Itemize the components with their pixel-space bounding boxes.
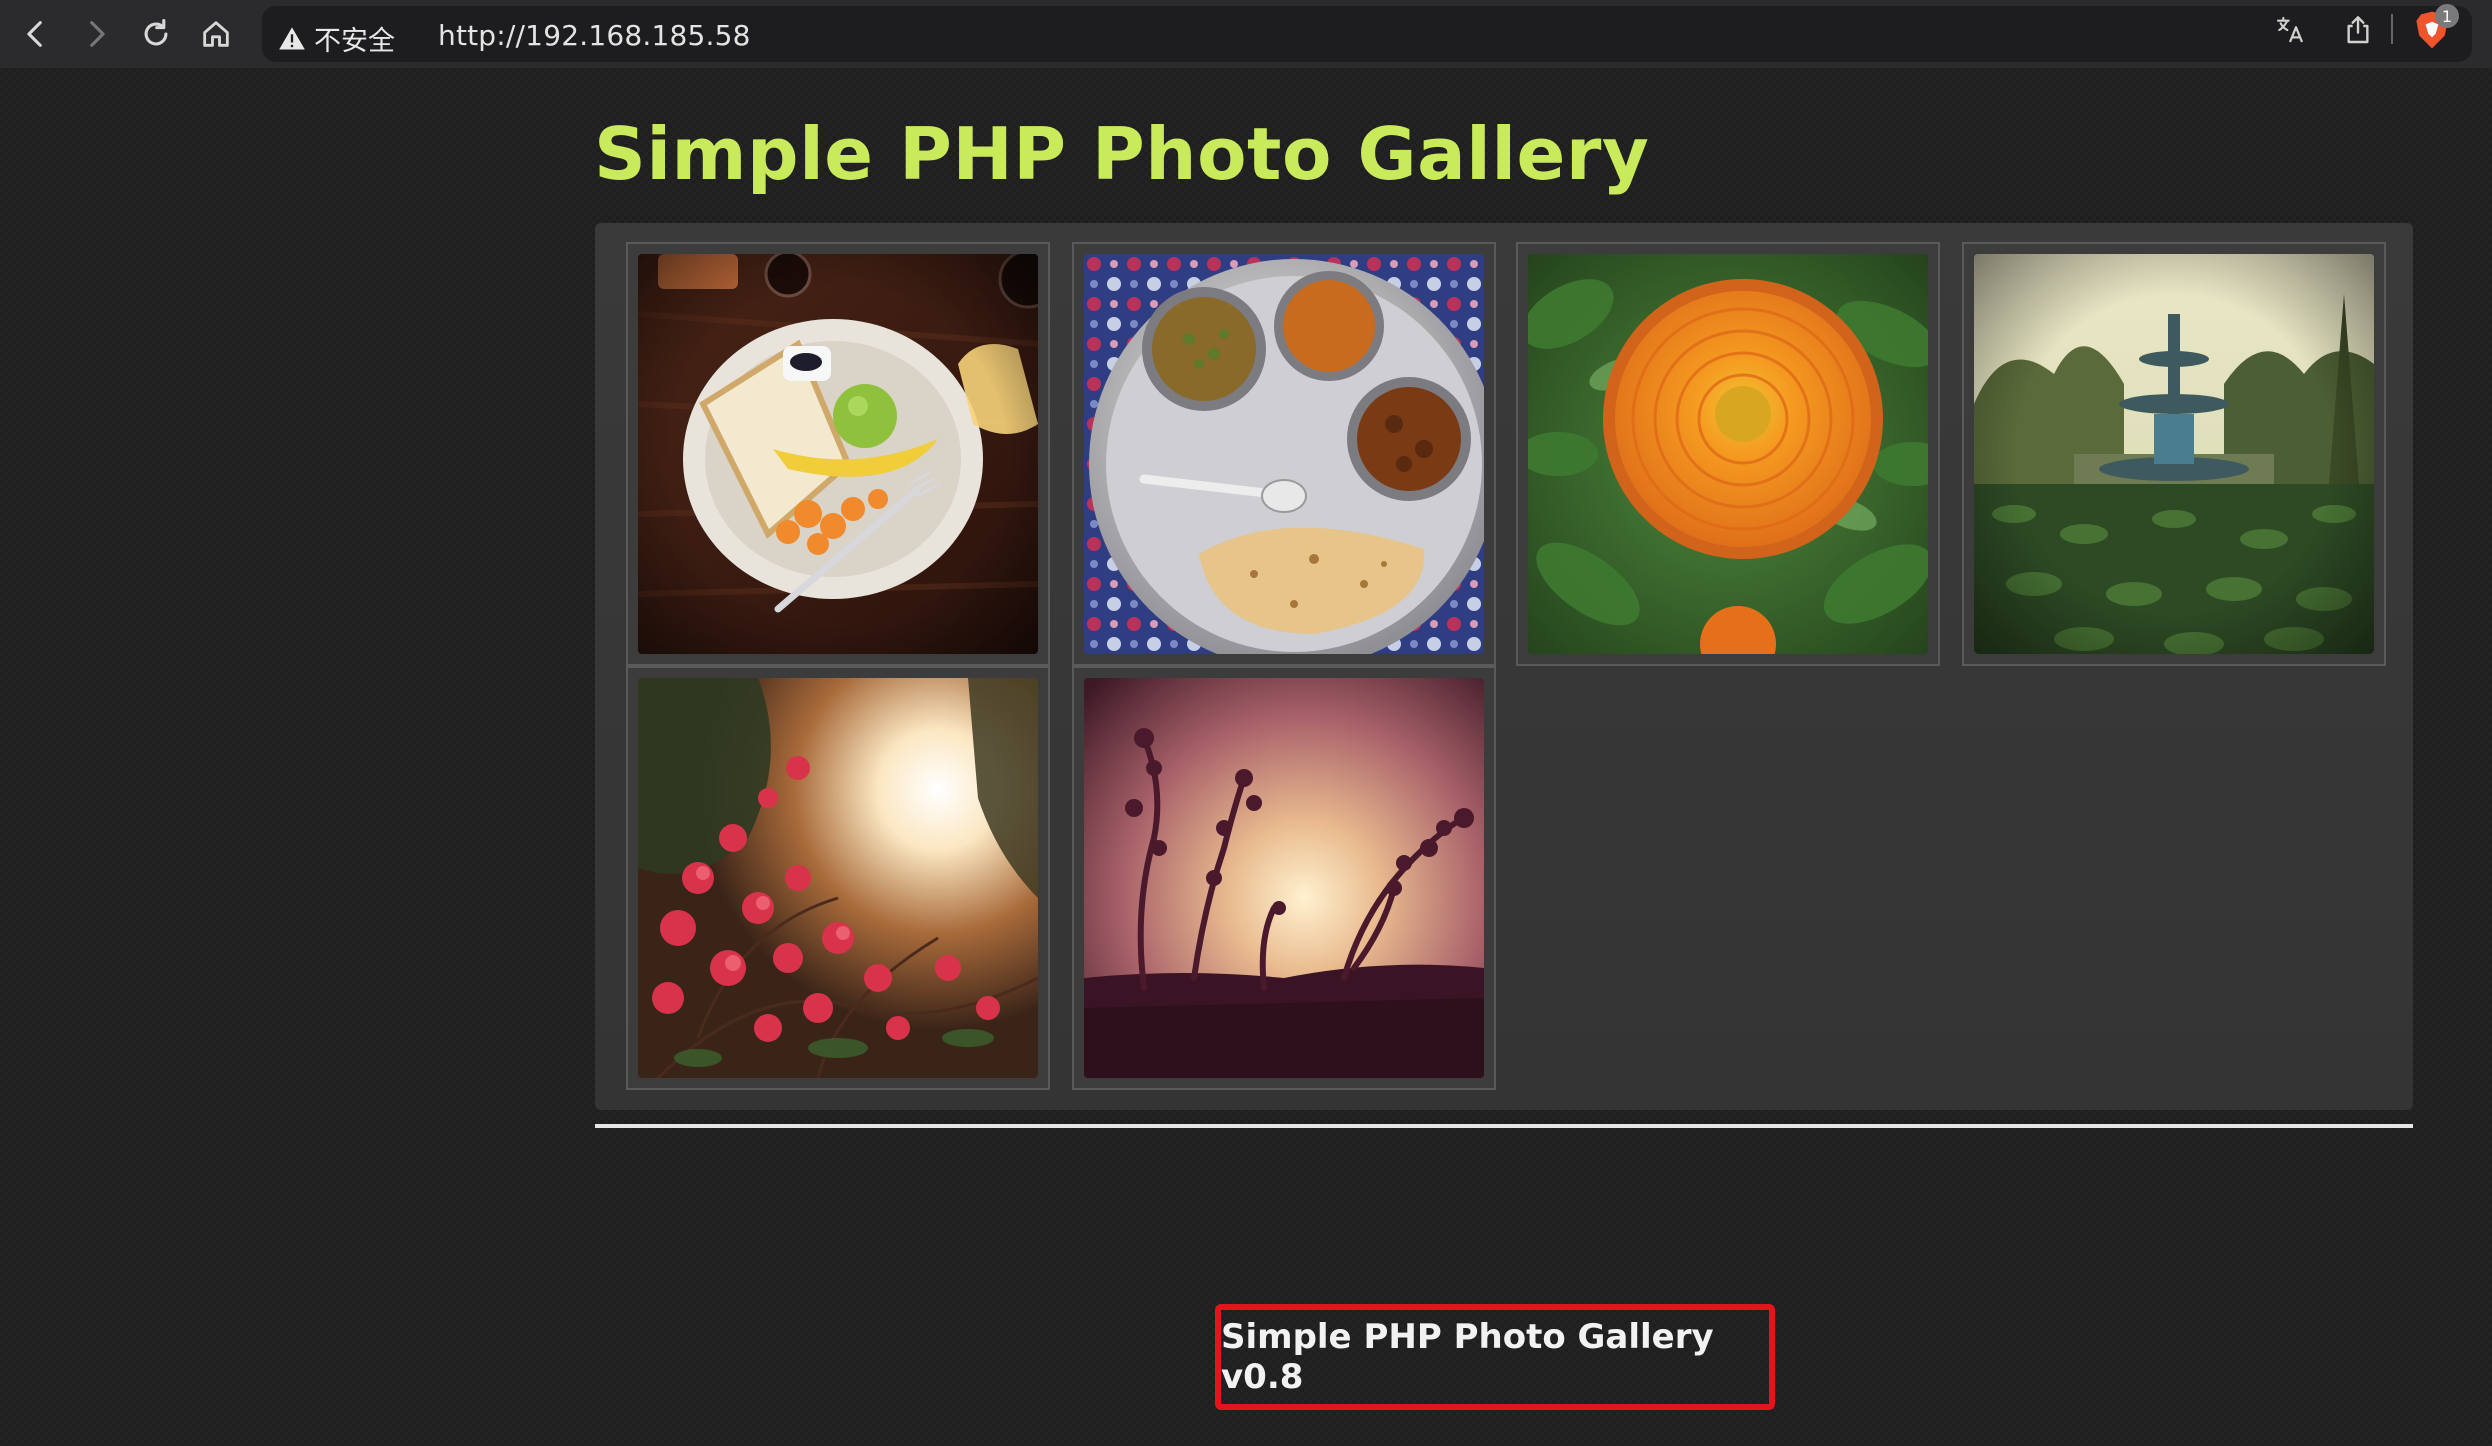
- content-divider: [595, 1124, 2413, 1128]
- brave-badge: 1: [2435, 4, 2459, 28]
- browser-toolbar: 不安全 http://192.168.185.58 1: [0, 0, 2492, 68]
- back-button[interactable]: [12, 10, 60, 58]
- home-icon: [203, 21, 229, 47]
- footer-highlight-box: Simple PHP Photo Gallery v0.8: [1215, 1304, 1775, 1410]
- photo-thumbnail-bougainvillea[interactable]: [626, 666, 1050, 1090]
- security-indicator[interactable]: 不安全: [278, 19, 395, 58]
- photo-thumbnail-breakfast[interactable]: [626, 242, 1050, 666]
- orange-flower-photo: [1528, 254, 1928, 654]
- gallery-grid: [595, 223, 2413, 1110]
- translate-icon: [2276, 16, 2304, 43]
- reload-button[interactable]: [132, 10, 180, 58]
- bougainvillea-photo: [638, 678, 1038, 1078]
- footer-version-text: Simple PHP Photo Gallery v0.8: [1221, 1317, 1714, 1397]
- share-button[interactable]: [2338, 10, 2378, 50]
- url-text[interactable]: http://192.168.185.58: [438, 19, 751, 52]
- photo-thumbnail-fountain[interactable]: [1962, 242, 2386, 666]
- reload-icon: [144, 18, 168, 46]
- security-label: 不安全: [314, 26, 395, 57]
- photo-thumbnail-sunset[interactable]: [1072, 666, 1496, 1090]
- toolbar-separator: [2391, 14, 2393, 44]
- page-title: Simple PHP Photo Gallery: [594, 112, 1650, 196]
- address-bar[interactable]: 不安全 http://192.168.185.58: [262, 6, 2472, 62]
- home-button[interactable]: [192, 10, 240, 58]
- breakfast-photo: [638, 254, 1038, 654]
- translate-button[interactable]: [2270, 10, 2310, 50]
- thali-photo: [1084, 254, 1484, 654]
- photo-thumbnail-thali[interactable]: [1072, 242, 1496, 666]
- share-icon: [2347, 16, 2369, 44]
- photo-thumbnail-orange-flower[interactable]: [1516, 242, 1940, 666]
- back-icon: [27, 21, 42, 47]
- forward-button[interactable]: [72, 10, 120, 58]
- forward-icon: [90, 21, 105, 47]
- fountain-photo: [1974, 254, 2374, 654]
- warning-icon: [279, 26, 305, 49]
- sunset-silhouette-photo: [1084, 678, 1484, 1078]
